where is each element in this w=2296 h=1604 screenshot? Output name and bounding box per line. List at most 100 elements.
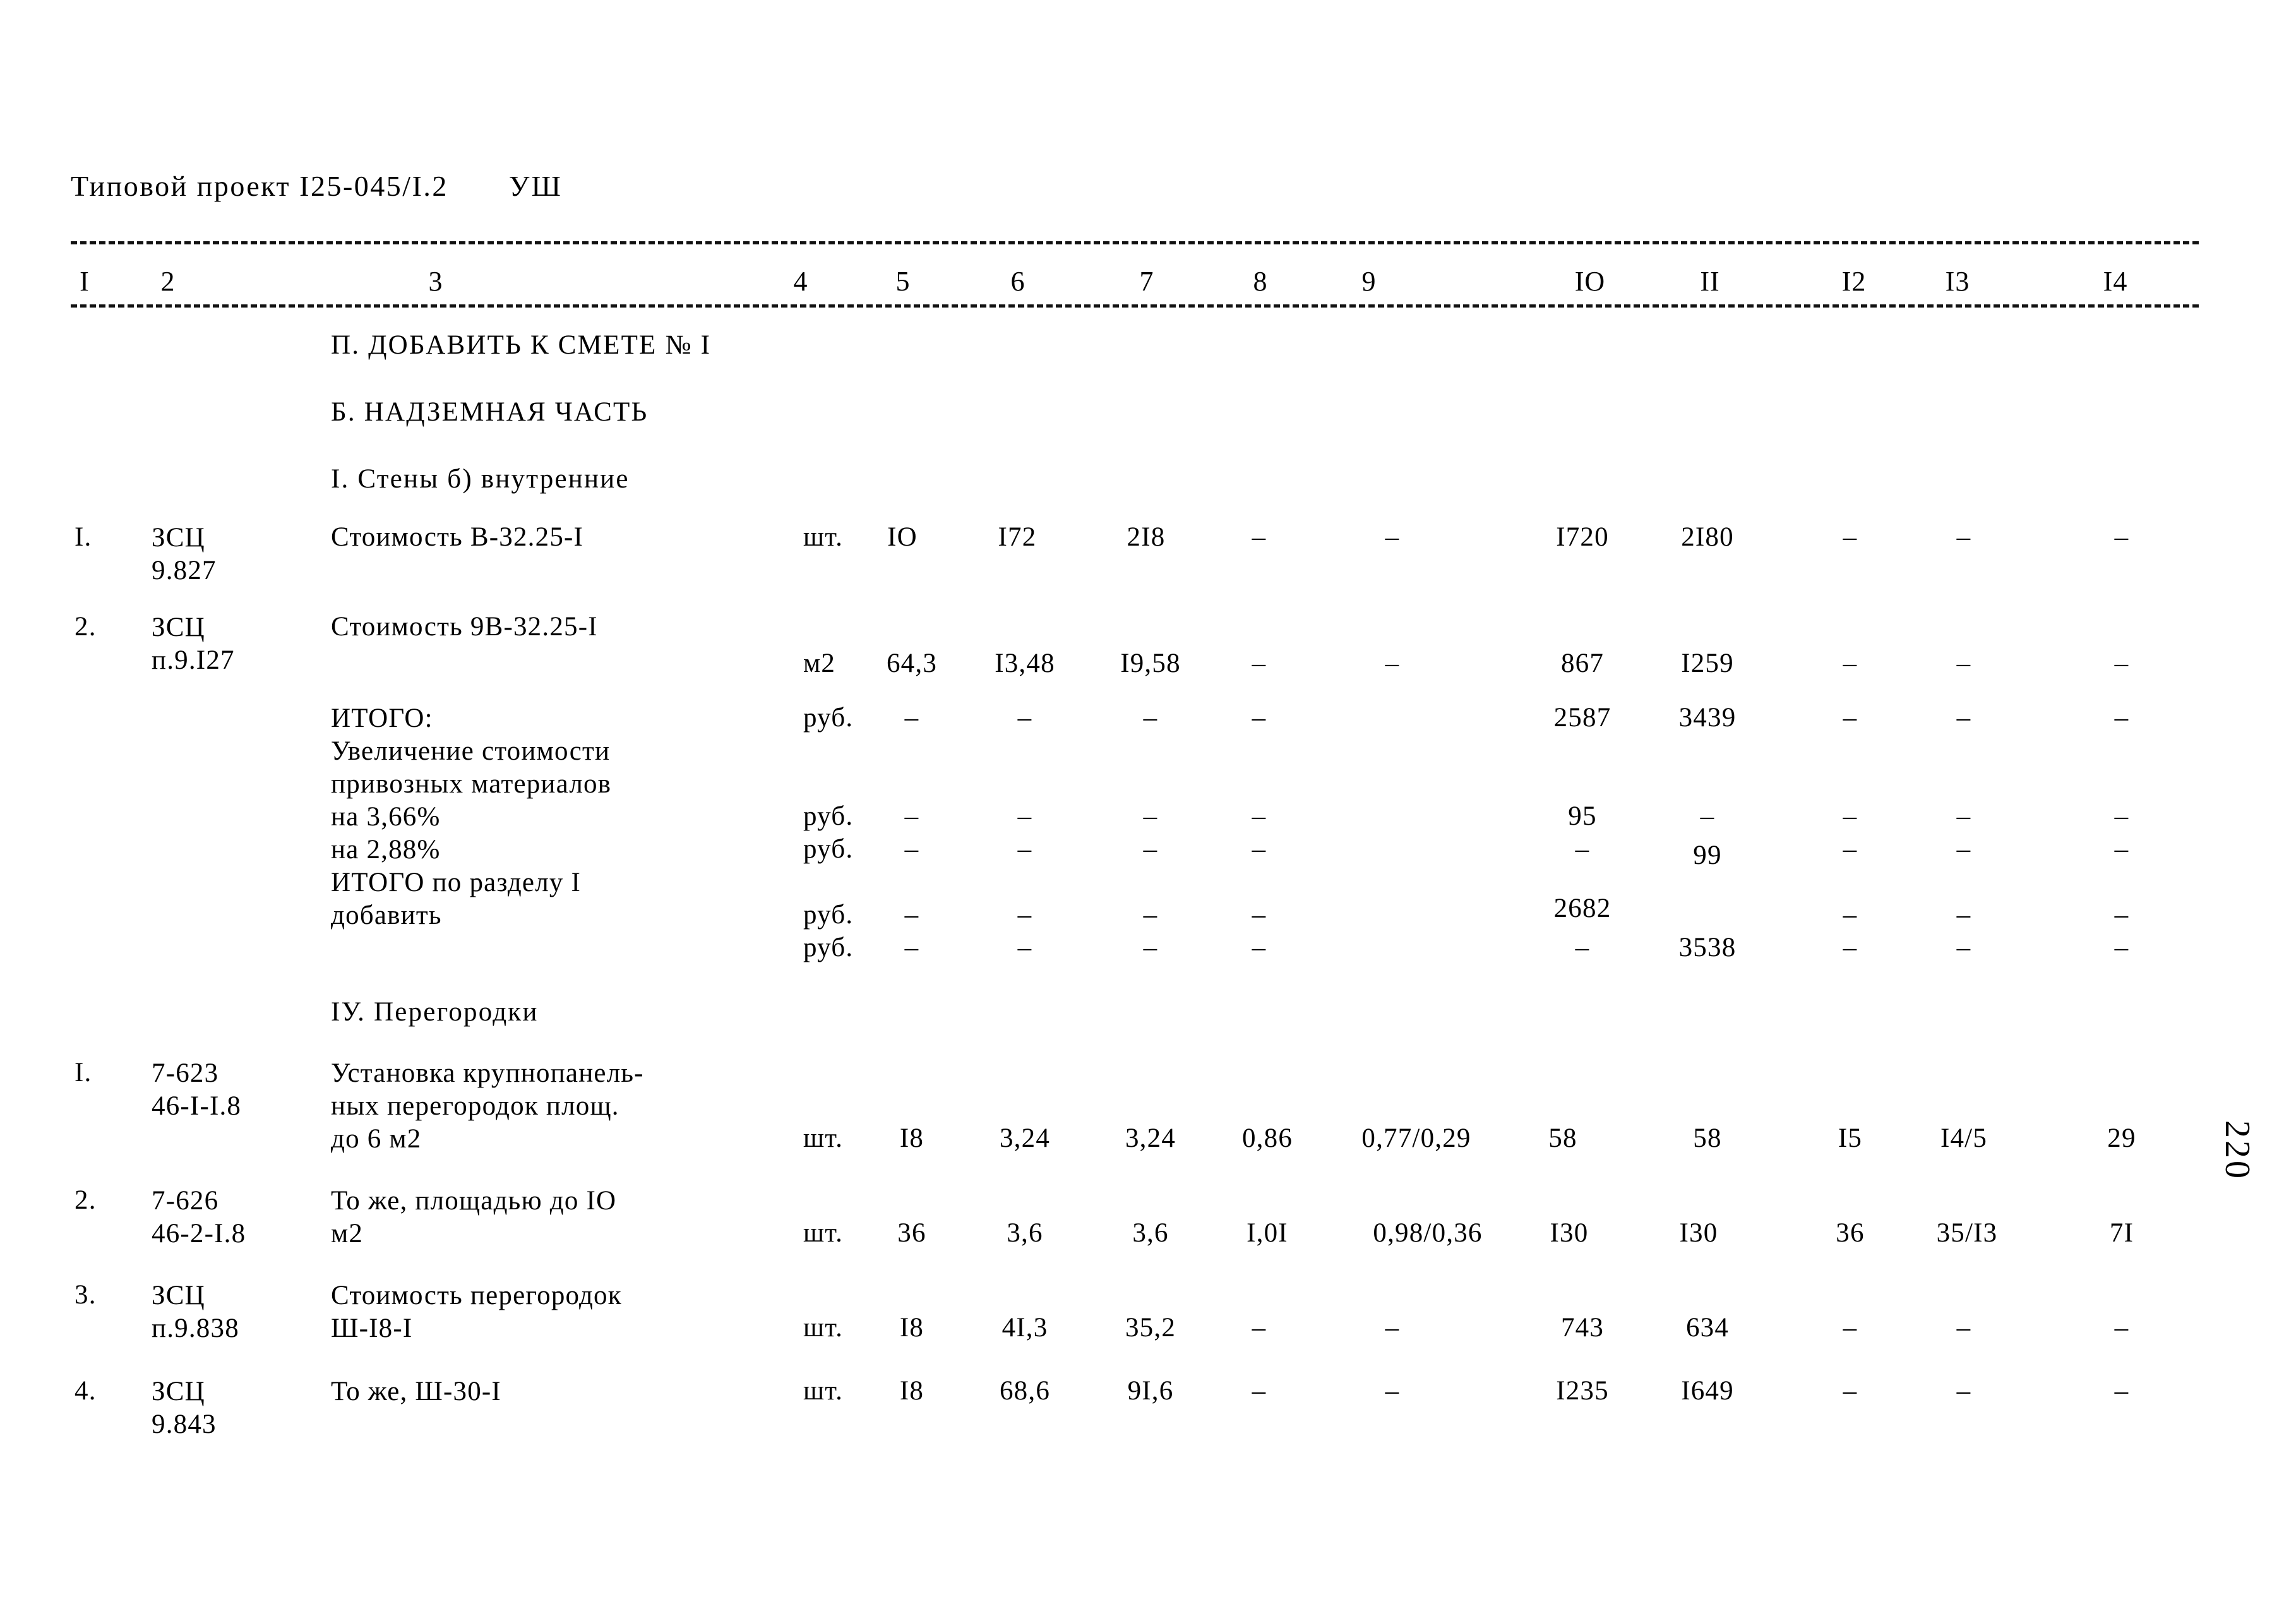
table-row-4-col12: – bbox=[1843, 801, 1858, 831]
table-row-6-description-line2: добавить bbox=[331, 901, 442, 930]
table-row-5-col14: – bbox=[2114, 834, 2129, 864]
table-row-10-col7: 35,2 bbox=[1125, 1313, 1176, 1343]
table-row-7-col8: – bbox=[1252, 933, 1267, 962]
table-row-5-col8: – bbox=[1252, 834, 1267, 864]
table-row-4-col8: – bbox=[1252, 801, 1267, 831]
table-row-7-col6: – bbox=[1017, 933, 1032, 962]
table-row-3-col5: – bbox=[904, 703, 919, 733]
table-row-8-code-line1: 7-623 bbox=[152, 1058, 219, 1088]
table-row-10-col6: 4I,3 bbox=[1002, 1313, 1048, 1343]
table-row-8-col12: I5 bbox=[1838, 1123, 1863, 1153]
table-row-3-description-line2: Увеличение стоимости bbox=[331, 736, 611, 766]
table-row-4-col14: – bbox=[2114, 801, 2129, 831]
table-row-11-col8: – bbox=[1252, 1376, 1267, 1406]
table-row-8-col11: 58 bbox=[1693, 1123, 1722, 1153]
table-row-2-col11: I259 bbox=[1681, 649, 1734, 678]
table-row-9-col5: 36 bbox=[897, 1218, 926, 1248]
table-row-9-col12: 36 bbox=[1836, 1218, 1865, 1248]
table-row-8-description-line1: Установка крупнопанель- bbox=[331, 1058, 644, 1088]
folio-number: 220 bbox=[2218, 1120, 2257, 1181]
table-row-9-unit: шт. bbox=[803, 1218, 844, 1248]
table-row-5-unit: руб. bbox=[803, 834, 854, 864]
table-row-3-col8: – bbox=[1252, 703, 1267, 733]
table-row-2-number: 2. bbox=[75, 612, 97, 642]
column-header-4: 4 bbox=[793, 266, 808, 297]
table-row-8-col6: 3,24 bbox=[999, 1123, 1051, 1153]
document-page: Типовой проект I25-045/I.2 УШ I 2 3 4 5 6… bbox=[0, 0, 2296, 1604]
page-title: Типовой проект I25-045/I.2 УШ bbox=[71, 169, 563, 203]
table-row-6-col5: – bbox=[904, 900, 919, 930]
table-row-5-col10: – bbox=[1575, 834, 1590, 864]
table-row-11-col7: 9I,6 bbox=[1127, 1376, 1174, 1406]
section-heading-add: П. ДОБАВИТЬ К СМЕТЕ № I bbox=[331, 330, 712, 360]
table-row-8-col10: 58 bbox=[1548, 1123, 1577, 1153]
table-row-6-col10: 2682 bbox=[1553, 894, 1611, 923]
column-header-1: I bbox=[80, 266, 90, 297]
table-row-10-code-line1: ЗСЦ bbox=[152, 1281, 205, 1310]
table-row-11-col9: – bbox=[1385, 1376, 1400, 1406]
table-row-1-description: Стоимость В-32.25-I bbox=[331, 522, 584, 552]
table-row-11-unit: шт. bbox=[803, 1376, 844, 1406]
column-header-6: 6 bbox=[1010, 266, 1025, 297]
column-header-11: II bbox=[1700, 266, 1720, 297]
table-row-4-col11: – bbox=[1700, 801, 1715, 831]
table-row-10-number: 3. bbox=[75, 1280, 97, 1310]
table-row-10-unit: шт. bbox=[803, 1313, 844, 1343]
table-row-2-col14: – bbox=[2114, 649, 2129, 678]
table-row-1-code-line2: 9.827 bbox=[152, 556, 217, 585]
table-row-5-description: на 2,88% bbox=[331, 835, 441, 865]
table-row-11-description: То же, Ш-30-I bbox=[331, 1377, 501, 1406]
table-row-2-code-line2: п.9.I27 bbox=[152, 645, 235, 675]
table-row-2-col5: 64,3 bbox=[886, 649, 938, 678]
table-row-7-col12: – bbox=[1843, 933, 1858, 962]
column-header-10: IO bbox=[1574, 266, 1606, 297]
table-row-3-col10: 2587 bbox=[1553, 703, 1611, 733]
table-row-10-col14: – bbox=[2114, 1313, 2129, 1343]
table-row-3-description-line1: ИТОГО: bbox=[331, 703, 433, 733]
table-row-1-col12: – bbox=[1843, 522, 1858, 552]
table-row-7-unit: руб. bbox=[803, 933, 854, 962]
table-row-11-code-line1: ЗСЦ bbox=[152, 1377, 205, 1406]
sheet-mark: УШ bbox=[508, 170, 563, 202]
table-row-1-unit: шт. bbox=[803, 522, 844, 552]
table-row-10-col11: 634 bbox=[1685, 1313, 1730, 1343]
table-row-10-col12: – bbox=[1843, 1313, 1858, 1343]
table-row-2-col10: 867 bbox=[1560, 649, 1605, 678]
table-row-2-code-line1: ЗСЦ bbox=[152, 613, 205, 642]
table-row-8-col5: I8 bbox=[899, 1123, 924, 1153]
table-row-9-number: 2. bbox=[75, 1185, 97, 1215]
table-row-11-number: 4. bbox=[75, 1376, 97, 1406]
table-row-6-col7: – bbox=[1143, 900, 1158, 930]
table-row-10-col9: – bbox=[1385, 1313, 1400, 1343]
table-row-2-col9: – bbox=[1385, 649, 1400, 678]
table-row-2-description: Стоимость 9В-32.25-I bbox=[331, 612, 598, 642]
table-row-11-col10: I235 bbox=[1556, 1376, 1609, 1406]
table-row-1-col13: – bbox=[1956, 522, 1971, 552]
table-row-3-col7: – bbox=[1143, 703, 1158, 733]
table-row-2-col8: – bbox=[1252, 649, 1267, 678]
table-row-5-col13: – bbox=[1956, 834, 1971, 864]
table-row-5-col7: – bbox=[1143, 834, 1158, 864]
table-row-9-description-line1: То же, площадью до IO bbox=[331, 1186, 617, 1216]
column-header-13: I3 bbox=[1945, 266, 1970, 297]
table-row-3-col14: – bbox=[2114, 703, 2129, 733]
table-row-2-col12: – bbox=[1843, 649, 1858, 678]
table-row-7-col11: 3538 bbox=[1678, 933, 1737, 962]
table-row-11-col11: I649 bbox=[1681, 1376, 1734, 1406]
column-header-3: 3 bbox=[428, 266, 443, 297]
table-row-11-col5: I8 bbox=[899, 1376, 924, 1406]
table-row-8-number: I. bbox=[75, 1058, 92, 1087]
table-row-9-col10: I30 bbox=[1550, 1218, 1589, 1248]
table-row-3-unit: руб. bbox=[803, 703, 854, 733]
table-row-6-col6: – bbox=[1017, 900, 1032, 930]
table-row-10-code-line2: п.9.838 bbox=[152, 1314, 239, 1343]
table-row-9-code-line1: 7-626 bbox=[152, 1186, 219, 1216]
table-row-3-col12: – bbox=[1843, 703, 1858, 733]
table-row-5-col12: – bbox=[1843, 834, 1858, 864]
table-row-8-code-line2: 46-I-I.8 bbox=[152, 1091, 242, 1121]
table-row-1-code-line1: ЗСЦ bbox=[152, 523, 205, 553]
table-row-4-col10: 95 bbox=[1568, 801, 1597, 831]
table-row-9-code-line2: 46-2-I.8 bbox=[152, 1219, 246, 1248]
table-row-9-col11: I30 bbox=[1679, 1218, 1718, 1248]
table-row-1-col11: 2I80 bbox=[1681, 522, 1734, 552]
